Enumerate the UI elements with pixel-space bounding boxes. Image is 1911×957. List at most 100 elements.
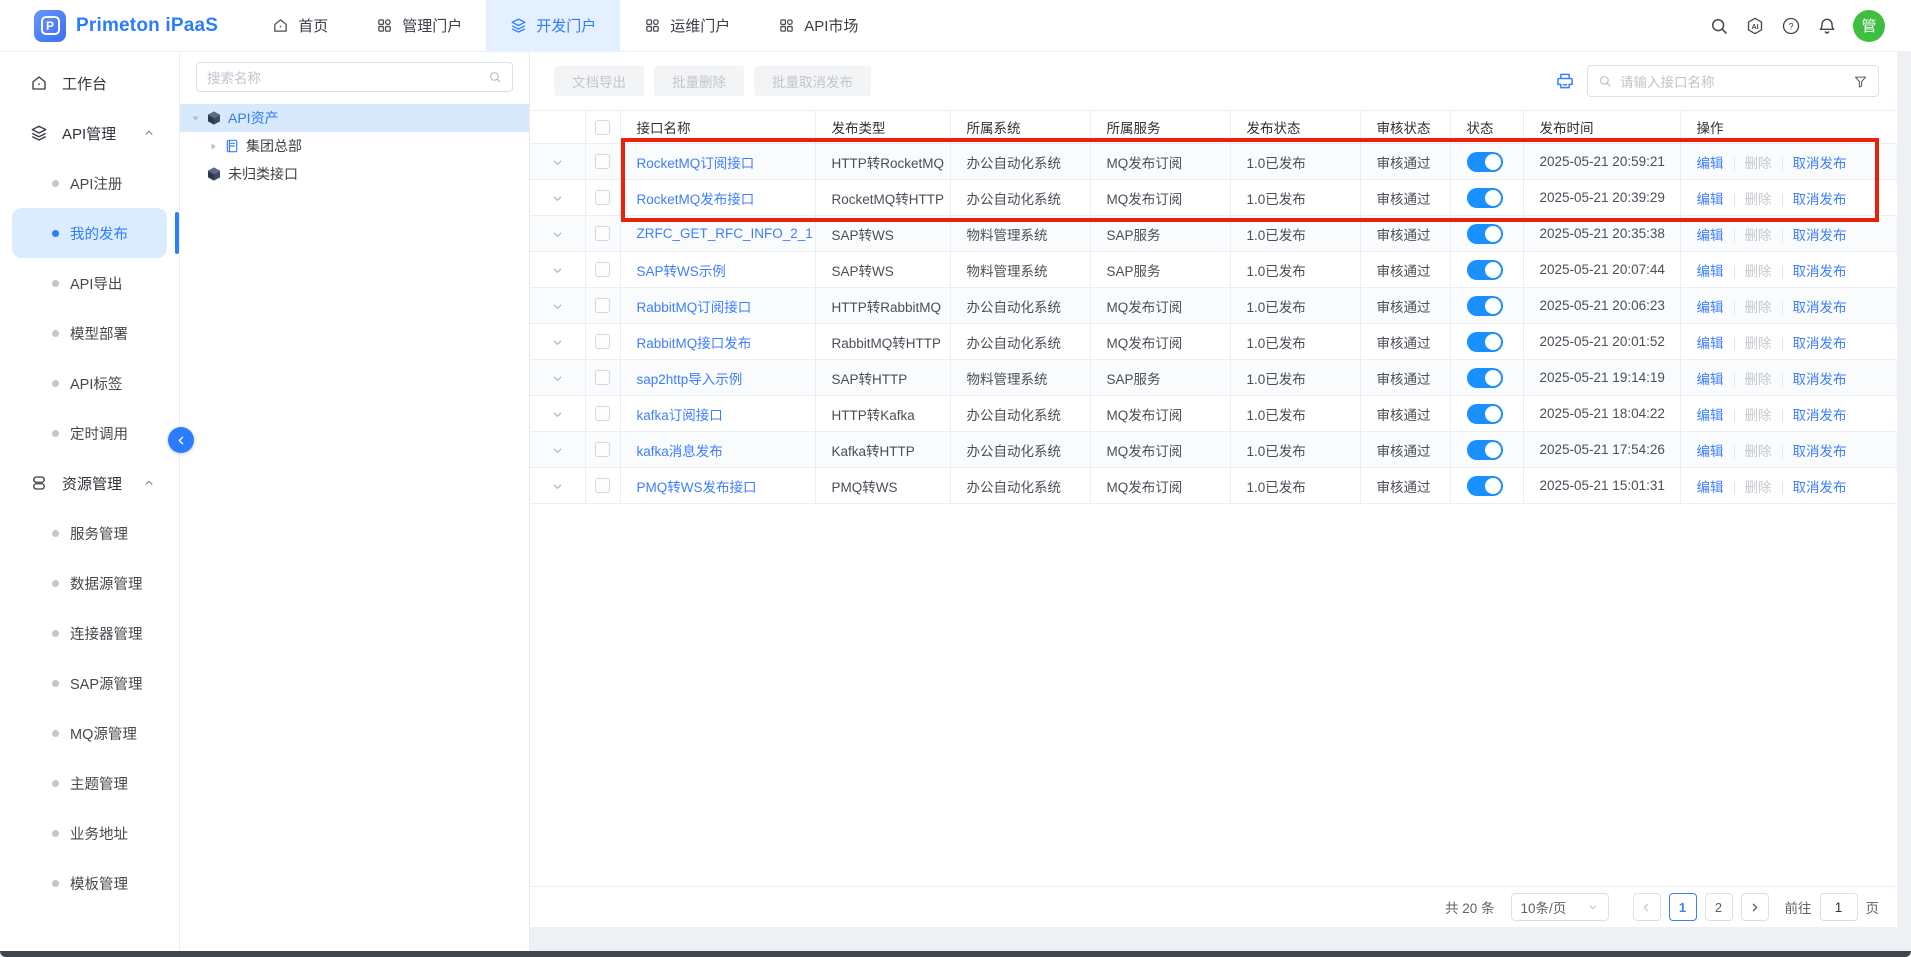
sidebar-item[interactable]: 工作台 (0, 58, 179, 108)
delete-link[interactable]: 删除 (1745, 300, 1772, 315)
chevron-down-icon[interactable] (551, 300, 564, 313)
tree-search-input[interactable]: 搜索名称 (196, 62, 513, 92)
sidebar-subitem[interactable]: API导出 (12, 258, 167, 308)
row-checkbox[interactable] (595, 154, 610, 169)
unpublish-link[interactable]: 取消发布 (1793, 408, 1847, 423)
sidebar-subitem[interactable]: 定时调用 (12, 408, 167, 458)
row-checkbox[interactable] (595, 262, 610, 277)
edit-link[interactable]: 编辑 (1697, 156, 1724, 171)
api-name-link[interactable]: RocketMQ订阅接口 (637, 156, 755, 171)
status-toggle[interactable] (1467, 440, 1503, 460)
edit-link[interactable]: 编辑 (1697, 228, 1724, 243)
api-name-link[interactable]: sap2http导入示例 (637, 372, 743, 387)
sidebar-subitem[interactable]: 连接器管理 (12, 608, 167, 658)
chevron-down-icon[interactable] (551, 408, 564, 421)
chevron-down-icon[interactable] (551, 480, 564, 493)
next-page-button[interactable] (1741, 893, 1769, 921)
delete-link[interactable]: 删除 (1745, 336, 1772, 351)
tree-node-group-hq[interactable]: 集团总部 (180, 132, 529, 160)
delete-link[interactable]: 删除 (1745, 228, 1772, 243)
chevron-down-icon[interactable] (551, 444, 564, 457)
status-toggle[interactable] (1467, 188, 1503, 208)
printer-icon[interactable] (1555, 71, 1575, 91)
page-button-1[interactable]: 1 (1669, 893, 1697, 921)
edit-link[interactable]: 编辑 (1697, 300, 1724, 315)
nav-tab[interactable]: 管理门户 (352, 0, 486, 51)
goto-page-input[interactable] (1820, 893, 1858, 921)
nav-tab[interactable]: 运维门户 (620, 0, 754, 51)
sidebar-subitem[interactable]: API注册 (12, 158, 167, 208)
nav-tab[interactable]: 首页 (248, 0, 352, 51)
api-name-link[interactable]: kafka订阅接口 (637, 408, 723, 423)
select-all-checkbox[interactable] (595, 120, 610, 135)
status-toggle[interactable] (1467, 476, 1503, 496)
status-toggle[interactable] (1467, 368, 1503, 388)
sidebar-subitem[interactable]: 主题管理 (12, 758, 167, 808)
sidebar-subitem[interactable]: API标签 (12, 358, 167, 408)
caret-right-icon[interactable] (208, 141, 220, 152)
row-checkbox[interactable] (595, 442, 610, 457)
prev-page-button[interactable] (1633, 893, 1661, 921)
delete-link[interactable]: 删除 (1745, 192, 1772, 207)
unpublish-link[interactable]: 取消发布 (1793, 480, 1847, 495)
edit-link[interactable]: 编辑 (1697, 264, 1724, 279)
sidebar-subitem[interactable]: SAP源管理 (12, 658, 167, 708)
api-name-link[interactable]: RocketMQ发布接口 (637, 192, 755, 207)
delete-link[interactable]: 删除 (1745, 372, 1772, 387)
status-toggle[interactable] (1467, 332, 1503, 352)
sidebar-subitem[interactable]: 服务管理 (12, 508, 167, 558)
edit-link[interactable]: 编辑 (1697, 408, 1724, 423)
tree-node-api-assets[interactable]: API资产 (180, 104, 529, 132)
unpublish-link[interactable]: 取消发布 (1793, 336, 1847, 351)
sidebar-collapse-button[interactable] (168, 427, 194, 453)
bulk-action-button[interactable]: 批量删除 (654, 66, 744, 96)
unpublish-link[interactable]: 取消发布 (1793, 264, 1847, 279)
ai-icon[interactable]: AI (1745, 16, 1765, 36)
delete-link[interactable]: 删除 (1745, 444, 1772, 459)
chevron-down-icon[interactable] (551, 192, 564, 205)
api-name-link[interactable]: PMQ转WS发布接口 (637, 480, 757, 495)
bulk-action-button[interactable]: 批量取消发布 (754, 66, 871, 96)
sidebar-subitem[interactable]: 模型部署 (12, 308, 167, 358)
sidebar-subitem[interactable]: 我的发布 (12, 208, 167, 258)
sidebar-subitem[interactable]: MQ源管理 (12, 708, 167, 758)
row-checkbox[interactable] (595, 370, 610, 385)
delete-link[interactable]: 删除 (1745, 156, 1772, 171)
row-checkbox[interactable] (595, 226, 610, 241)
chevron-down-icon[interactable] (551, 264, 564, 277)
funnel-icon[interactable] (1853, 74, 1868, 89)
status-toggle[interactable] (1467, 404, 1503, 424)
sidebar-subitem[interactable]: 业务地址 (12, 808, 167, 858)
row-checkbox[interactable] (595, 334, 610, 349)
chevron-down-icon[interactable] (551, 372, 564, 385)
row-checkbox[interactable] (595, 190, 610, 205)
edit-link[interactable]: 编辑 (1697, 480, 1724, 495)
delete-link[interactable]: 删除 (1745, 408, 1772, 423)
api-search-input[interactable]: 请输入接口名称 (1587, 65, 1879, 97)
row-checkbox[interactable] (595, 478, 610, 493)
status-toggle[interactable] (1467, 296, 1503, 316)
chevron-down-icon[interactable] (551, 336, 564, 349)
unpublish-link[interactable]: 取消发布 (1793, 372, 1847, 387)
api-name-link[interactable]: RabbitMQ接口发布 (637, 336, 752, 351)
sidebar-subitem[interactable]: 模板管理 (12, 858, 167, 908)
tree-node-uncategorized[interactable]: 未归类接口 (180, 160, 529, 188)
nav-tab[interactable]: API市场 (754, 0, 882, 51)
edit-link[interactable]: 编辑 (1697, 444, 1724, 459)
chevron-down-icon[interactable] (551, 156, 564, 169)
nav-tab[interactable]: 开发门户 (486, 0, 620, 51)
bulk-action-button[interactable]: 文档导出 (554, 66, 644, 96)
delete-link[interactable]: 删除 (1745, 264, 1772, 279)
status-toggle[interactable] (1467, 224, 1503, 244)
row-checkbox[interactable] (595, 406, 610, 421)
sidebar-group[interactable]: 资源管理 (0, 458, 179, 508)
unpublish-link[interactable]: 取消发布 (1793, 156, 1847, 171)
sidebar-subitem[interactable]: 数据源管理 (12, 558, 167, 608)
status-toggle[interactable] (1467, 260, 1503, 280)
api-name-link[interactable]: kafka消息发布 (637, 444, 723, 459)
row-checkbox[interactable] (595, 298, 610, 313)
unpublish-link[interactable]: 取消发布 (1793, 192, 1847, 207)
status-toggle[interactable] (1467, 152, 1503, 172)
unpublish-link[interactable]: 取消发布 (1793, 228, 1847, 243)
page-button-2[interactable]: 2 (1705, 893, 1733, 921)
